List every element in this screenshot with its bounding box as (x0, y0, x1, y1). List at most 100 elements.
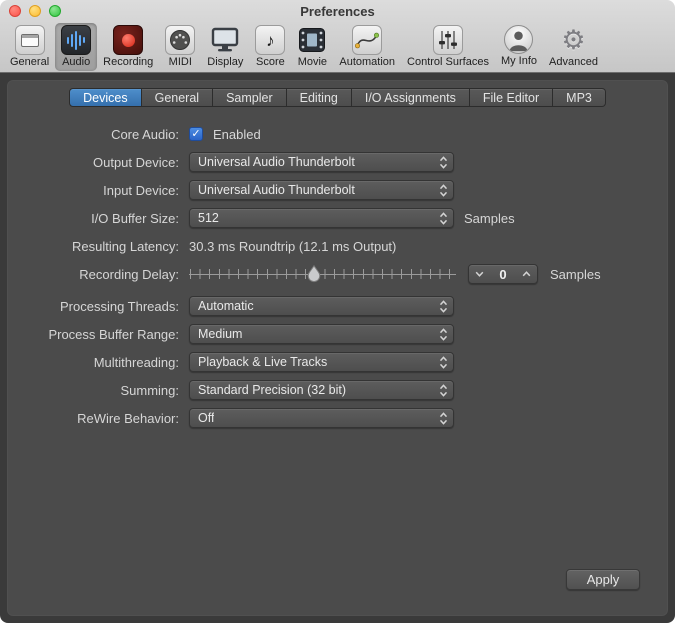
toolbar-item-label: Recording (103, 56, 154, 68)
recording-delay-label: Recording Delay: (79, 266, 179, 282)
tab-devices[interactable]: Devices (69, 88, 142, 107)
mixer-faders-icon (432, 25, 463, 55)
tab-bar: Devices General Sampler Editing I/O Assi… (7, 80, 668, 107)
updown-arrows-icon (439, 355, 448, 369)
music-note-icon: ♪ (255, 25, 286, 55)
updown-arrows-icon (439, 411, 448, 425)
rewire-behavior-popup[interactable]: Off (189, 408, 454, 428)
core-audio-row: Core Audio: ✓ Enabled (7, 124, 668, 144)
resulting-latency-label: Resulting Latency: (72, 238, 179, 254)
gear-icon: ⚙ (561, 25, 586, 55)
recording-delay-row: Recording Delay: 0 Samples (7, 264, 668, 284)
toolbar-item-automation[interactable]: Automation (333, 23, 401, 71)
updown-arrows-icon (439, 155, 448, 169)
recording-delay-stepper[interactable]: 0 (468, 264, 538, 284)
toolbar-item-advanced[interactable]: ⚙ Advanced (543, 23, 604, 71)
summing-popup[interactable]: Standard Precision (32 bit) (189, 380, 454, 400)
slider-thumb[interactable] (307, 264, 321, 283)
toolbar-item-label: My Info (500, 55, 538, 67)
toolbar-item-movie[interactable]: Movie (291, 23, 333, 71)
toolbar-item-label: Automation (339, 56, 396, 68)
close-button[interactable] (9, 5, 21, 17)
audio-preferences-panel: Devices General Sampler Editing I/O Assi… (7, 80, 668, 616)
preferences-window: Preferences General Audio Recording MIDI… (0, 0, 675, 623)
process-buffer-range-label: Process Buffer Range: (48, 326, 179, 342)
resulting-latency-value: 30.3 ms Roundtrip (12.1 ms Output) (189, 238, 397, 254)
apply-button[interactable]: Apply (566, 569, 640, 590)
input-device-label: Input Device: (103, 182, 179, 198)
toolbar-item-audio[interactable]: Audio (55, 23, 98, 71)
multithreading-row: Multithreading: Playback & Live Tracks (7, 352, 668, 372)
toolbar-item-my-info[interactable]: My Info (495, 23, 543, 70)
input-device-popup[interactable]: Universal Audio Thunderbolt (189, 180, 454, 200)
stepper-up-icon[interactable] (522, 271, 531, 277)
content-area: Devices General Sampler Editing I/O Assi… (0, 73, 675, 623)
updown-arrows-icon (439, 327, 448, 341)
film-frame-icon (297, 25, 327, 55)
io-buffer-size-popup[interactable]: 512 (189, 208, 454, 228)
core-audio-checkbox-label: Enabled (213, 126, 261, 142)
process-buffer-range-row: Process Buffer Range: Medium (7, 324, 668, 344)
recording-delay-slider[interactable] (189, 264, 456, 284)
toolbar-item-control-surfaces[interactable]: Control Surfaces (401, 23, 495, 71)
general-icon (14, 25, 45, 55)
core-audio-checkbox[interactable]: ✓ (189, 127, 203, 141)
toolbar-item-label: Display (207, 56, 244, 68)
updown-arrows-icon (439, 383, 448, 397)
automation-curve-icon (352, 25, 383, 55)
tab-editing[interactable]: Editing (286, 88, 352, 107)
summing-label: Summing: (120, 382, 179, 398)
slider-track (189, 274, 456, 275)
multithreading-popup[interactable]: Playback & Live Tracks (189, 352, 454, 372)
midi-connector-icon (165, 25, 196, 55)
titlebar[interactable]: Preferences (0, 0, 675, 22)
toolbar-item-label: Score (255, 56, 285, 68)
multithreading-label: Multithreading: (93, 354, 179, 370)
processing-threads-label: Processing Threads: (60, 298, 179, 314)
core-audio-label: Core Audio: (111, 126, 179, 142)
processing-threads-row: Processing Threads: Automatic (7, 296, 668, 316)
tab-io-assignments[interactable]: I/O Assignments (351, 88, 470, 107)
zoom-button[interactable] (49, 5, 61, 17)
toolbar-item-label: Advanced (549, 56, 598, 68)
processing-threads-popup[interactable]: Automatic (189, 296, 454, 316)
toolbar-item-label: General (10, 56, 50, 68)
record-circle-icon (113, 25, 144, 55)
output-device-popup[interactable]: Universal Audio Thunderbolt (189, 152, 454, 172)
tab-sampler[interactable]: Sampler (213, 88, 287, 107)
rewire-behavior-row: ReWire Behavior: Off (7, 408, 668, 428)
toolbar-item-score[interactable]: ♪ Score (249, 23, 291, 71)
toolbar-item-general[interactable]: General (4, 23, 55, 71)
io-buffer-size-label: I/O Buffer Size: (91, 210, 179, 226)
recording-delay-value: 0 (499, 266, 507, 282)
toolbar-item-midi[interactable]: MIDI (159, 23, 201, 71)
window-header: Preferences General Audio Recording MIDI… (0, 0, 675, 73)
tab-file-editor[interactable]: File Editor (469, 88, 554, 107)
checkmark-icon: ✓ (191, 127, 201, 140)
tab-general[interactable]: General (141, 88, 214, 107)
updown-arrows-icon (439, 183, 448, 197)
toolbar-item-label: MIDI (168, 56, 192, 68)
person-icon (504, 25, 534, 54)
rewire-behavior-label: ReWire Behavior: (77, 410, 179, 426)
toolbar-item-label: Control Surfaces (407, 56, 489, 68)
updown-arrows-icon (439, 299, 448, 313)
updown-arrows-icon (439, 211, 448, 225)
minimize-button[interactable] (29, 5, 41, 17)
toolbar-item-recording[interactable]: Recording (97, 23, 159, 71)
audio-waveform-icon (61, 25, 92, 55)
toolbar-item-label: Movie (297, 56, 328, 68)
toolbar-item-label: Audio (62, 56, 91, 68)
toolbar-item-display[interactable]: Display (201, 23, 249, 71)
resulting-latency-row: Resulting Latency: 30.3 ms Roundtrip (12… (7, 236, 668, 256)
stepper-down-icon[interactable] (475, 271, 484, 277)
window-title: Preferences (300, 4, 375, 19)
io-buffer-unit: Samples (464, 210, 515, 226)
output-device-row: Output Device: Universal Audio Thunderbo… (7, 152, 668, 172)
process-buffer-range-popup[interactable]: Medium (189, 324, 454, 344)
traffic-lights (9, 5, 61, 17)
devices-form: Core Audio: ✓ Enabled Output Device: Uni… (7, 124, 668, 428)
preferences-toolbar: General Audio Recording MIDI Display ♪ S… (0, 22, 675, 73)
output-device-label: Output Device: (93, 154, 179, 170)
tab-mp3[interactable]: MP3 (553, 88, 606, 107)
